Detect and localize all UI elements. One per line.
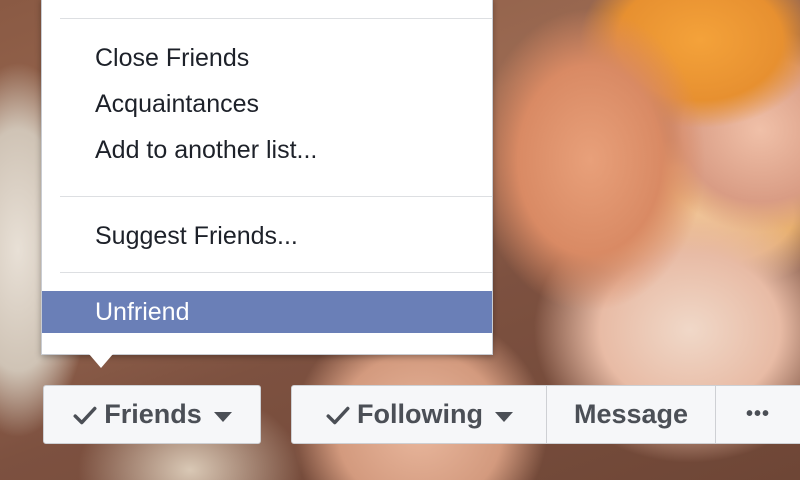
- menu-item-suggest-friends[interactable]: Suggest Friends...: [42, 218, 492, 254]
- menu-item-close-friends[interactable]: Close Friends: [42, 40, 492, 76]
- check-icon: [73, 406, 97, 424]
- menu-item-add-to-list[interactable]: Add to another list...: [42, 132, 492, 168]
- check-icon: [326, 406, 350, 424]
- menu-pointer-arrow: [89, 354, 113, 368]
- menu-item-unfriend[interactable]: Unfriend: [42, 291, 492, 333]
- menu-item-acquaintances[interactable]: Acquaintances: [42, 86, 492, 122]
- following-button-label: Following: [357, 399, 483, 429]
- caret-down-icon: [213, 411, 232, 422]
- message-button[interactable]: Message: [546, 385, 716, 444]
- friends-dropdown-menu: Close Friends Acquaintances Add to anoth…: [41, 0, 493, 368]
- following-button[interactable]: Following: [291, 385, 547, 444]
- friends-button-label: Friends: [104, 399, 202, 429]
- friends-button[interactable]: Friends: [43, 385, 261, 444]
- menu-divider: [60, 272, 492, 273]
- message-button-label: Message: [573, 399, 689, 429]
- menu-divider: [60, 196, 492, 197]
- menu-divider: [60, 18, 492, 19]
- more-options-icon: •••: [745, 403, 770, 425]
- more-options-button[interactable]: •••: [715, 385, 800, 444]
- caret-down-icon: [494, 411, 513, 422]
